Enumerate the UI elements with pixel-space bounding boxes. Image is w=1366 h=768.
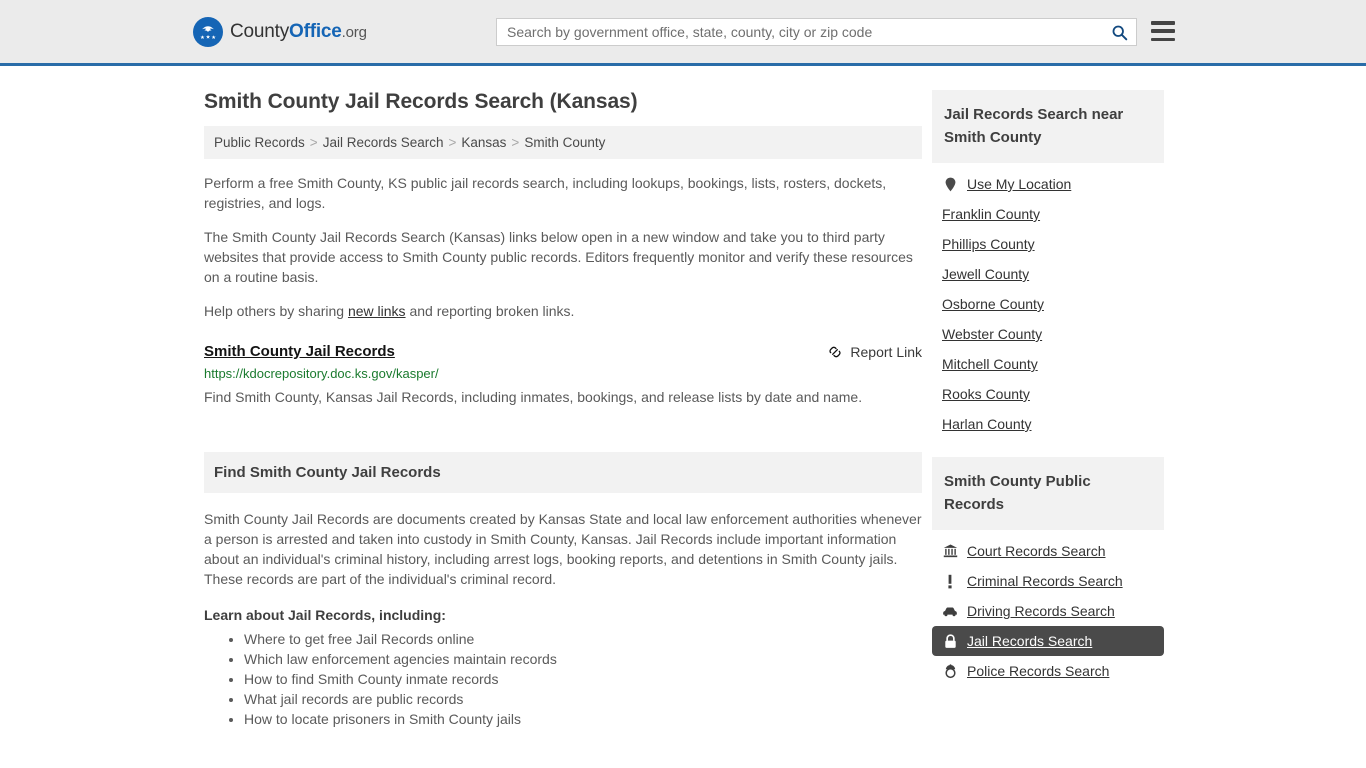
list-item: How to locate prisoners in Smith County … [244,709,922,729]
sidebar-item-criminal-records-search[interactable]: Criminal Records Search [932,566,1164,596]
section-heading: Find Smith County Jail Records [214,464,441,481]
logo-text-org: .org [341,23,367,41]
eagle-emblem-icon [193,16,223,47]
search-bar [496,18,1137,46]
breadcrumb: Public Records > Jail Records Search > Kansa… [204,126,922,159]
sidebar-item-police-records-search[interactable]: Police Records Search [932,656,1164,686]
logo-wordmark: CountyOffice.org [230,21,367,43]
section-header: Find Smith County Jail Records [204,452,922,493]
public-records-panel: Smith County Public Records Court Record… [932,457,1164,686]
site-header: CountyOffice.org [0,0,1366,66]
sidebar-item-label: Use My Location [967,176,1072,192]
nearby-panel-title: Jail Records Search near Smith County [944,106,1124,146]
nearby-panel: Jail Records Search near Smith County Us… [932,90,1164,439]
exclamation-icon [942,574,958,589]
sidebar-item-label: Mitchell County [942,356,1038,372]
public-records-panel-list: Court Records Search Criminal Records Se… [932,530,1164,686]
public-records-panel-title: Smith County Public Records [944,473,1091,513]
sidebar-item-label: Criminal Records Search [967,573,1123,589]
hamburger-bar [1151,29,1175,33]
list-item: Where to get free Jail Records online [244,629,922,649]
sidebar-item-franklin-county[interactable]: Franklin County [932,199,1164,229]
page-title: Smith County Jail Records Search (Kansas… [204,90,638,113]
courthouse-icon [942,544,958,558]
sidebar-item-use-my-location[interactable]: Use My Location [932,169,1164,199]
sidebar-item-jewell-county[interactable]: Jewell County [932,259,1164,289]
sidebar-item-label: Rooks County [942,386,1030,402]
lock-icon [942,633,958,649]
sidebar-item-phillips-county[interactable]: Phillips County [932,229,1164,259]
sidebar-item-label: Jail Records Search [967,633,1093,649]
list-item: What jail records are public records [244,689,922,709]
breadcrumb-separator: > [309,135,318,150]
sidebar-item-driving-records-search[interactable]: Driving Records Search [932,596,1164,626]
sidebar-item-label: Webster County [942,326,1043,342]
breadcrumb-item-public-records[interactable]: Public Records [214,135,305,150]
sidebar-item-label: Franklin County [942,206,1041,222]
sidebar-item-label: Phillips County [942,236,1035,252]
site-logo[interactable]: CountyOffice.org [193,16,367,47]
nearby-panel-header: Jail Records Search near Smith County [932,90,1164,163]
main-content: Smith County Jail Records Search (Kansas… [204,66,922,729]
car-icon [942,606,958,617]
logo-text-office: Office [289,20,342,42]
search-input[interactable] [497,19,1102,45]
help-prefix: Help others by sharing [204,303,348,319]
menu-button[interactable] [1151,21,1175,41]
police-badge-icon [942,663,958,679]
sidebar-item-harlan-county[interactable]: Harlan County [932,409,1164,439]
report-link-button[interactable]: Report Link [827,344,922,360]
page-body: Smith County Jail Records Search (Kansas… [0,66,1366,729]
sidebar-item-label: Police Records Search [967,663,1110,679]
learn-heading: Learn about Jail Records, including: [204,607,446,623]
sidebar-item-label: Osborne County [942,296,1044,312]
result-title-link[interactable]: Smith County Jail Records [204,343,395,360]
result-item: Smith County Jail Records Report Link ht… [204,343,922,410]
report-link-label: Report Link [850,344,922,360]
sidebar-item-rooks-county[interactable]: Rooks County [932,379,1164,409]
sidebar-item-jail-records-search[interactable]: Jail Records Search [932,626,1164,656]
breadcrumb-separator: > [448,135,457,150]
new-links-link[interactable]: new links [348,303,406,319]
sidebar: Jail Records Search near Smith County Us… [932,66,1164,729]
list-item: How to find Smith County inmate records [244,669,922,689]
sidebar-item-label: Driving Records Search [967,603,1115,619]
map-pin-icon [942,177,958,192]
sidebar-item-label: Jewell County [942,266,1030,282]
result-description: Find Smith County, Kansas Jail Records, … [204,389,863,405]
sidebar-item-mitchell-county[interactable]: Mitchell County [932,349,1164,379]
intro-paragraph: Perform a free Smith County, KS public j… [204,175,887,211]
broken-link-icon [829,346,842,358]
help-paragraph: Help others by sharing new links and rep… [204,301,922,321]
list-item: Which law enforcement agencies maintain … [244,649,922,669]
nearby-panel-list: Use My Location Franklin County Phillips… [932,163,1164,439]
description-paragraph: The Smith County Jail Records Search (Ka… [204,229,913,285]
breadcrumb-separator: > [511,135,520,150]
section-body-text: Smith County Jail Records are documents … [204,511,922,587]
logo-text-county: County [230,20,290,42]
sidebar-item-court-records-search[interactable]: Court Records Search [932,536,1164,566]
help-suffix: and reporting broken links. [405,303,575,319]
result-url[interactable]: https://kdocrepository.doc.ks.gov/kasper… [204,366,922,381]
breadcrumb-item-kansas[interactable]: Kansas [461,135,506,150]
sidebar-item-webster-county[interactable]: Webster County [932,319,1164,349]
breadcrumb-item-smith-county[interactable]: Smith County [524,135,605,150]
learn-list: Where to get free Jail Records online Wh… [204,629,922,729]
public-records-panel-header: Smith County Public Records [932,457,1164,530]
sidebar-item-osborne-county[interactable]: Osborne County [932,289,1164,319]
sidebar-item-label: Court Records Search [967,543,1106,559]
breadcrumb-item-jail-records-search[interactable]: Jail Records Search [323,135,444,150]
hamburger-bar [1151,37,1175,41]
search-button[interactable] [1102,19,1136,45]
sidebar-item-label: Harlan County [942,416,1032,432]
result-header: Smith County Jail Records Report Link [204,343,922,360]
search-icon [1112,25,1127,40]
hamburger-bar [1151,21,1175,25]
